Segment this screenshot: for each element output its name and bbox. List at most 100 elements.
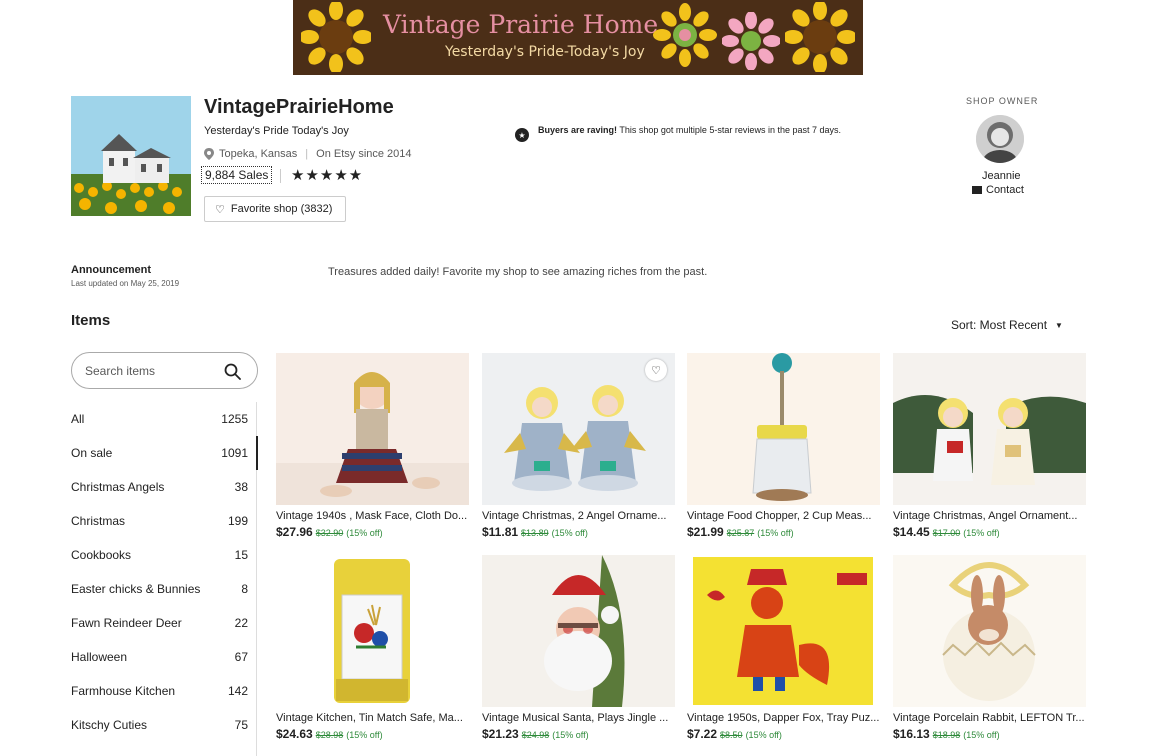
category-item[interactable]: Halloween 67 (71, 640, 258, 674)
banner-title: Vintage Prairie Home (383, 10, 659, 39)
category-label: On sale (71, 446, 113, 460)
category-label: Farmhouse Kitchen (71, 684, 176, 698)
listing-price-row: $11.81 $13.89 (15% off) (482, 525, 675, 539)
banner-tagline: Yesterday's Pride-Today's Joy (445, 44, 645, 60)
category-item[interactable]: Christmas Angels 38 (71, 470, 258, 504)
listing-image[interactable] (276, 353, 469, 505)
listing-card[interactable]: Vintage 1950s, Dapper Fox, Tray Puz... $… (687, 555, 880, 741)
listing-image[interactable] (276, 555, 469, 707)
sunflower-icon (785, 2, 855, 72)
listing-title[interactable]: Vintage Food Chopper, 2 Cup Meas... (687, 510, 880, 522)
listing-image[interactable] (687, 353, 880, 505)
category-item[interactable]: Fawn Reindeer Deer 22 (71, 606, 258, 640)
listing-title[interactable]: Vintage Kitchen, Tin Match Safe, Ma... (276, 712, 469, 724)
discount-label: (15% off) (346, 730, 383, 740)
category-count: 75 (234, 718, 248, 732)
favorite-heart-button[interactable]: ♡ (645, 359, 667, 381)
owner-avatar[interactable] (976, 115, 1024, 163)
listing-price: $7.22 (687, 727, 718, 741)
category-item[interactable]: Farmhouse Kitchen 142 (71, 674, 258, 708)
buyers-raving-notice: ★ Buyers are raving! This shop got multi… (515, 124, 865, 142)
category-count: 142 (227, 684, 248, 698)
category-item[interactable]: Kitschy Cuties 75 (71, 708, 258, 742)
shop-banner: Vintage Prairie Home Yesterday's Pride-T… (293, 0, 863, 75)
daisy-icon (653, 3, 717, 67)
original-price: $24.98 (521, 730, 550, 740)
category-count: 15 (234, 548, 248, 562)
location-pin-icon (204, 148, 214, 160)
category-item[interactable]: All 1255 (71, 402, 258, 436)
announcement-title: Announcement (71, 264, 152, 276)
sunflower-icon (301, 2, 371, 72)
discount-label: (15% off) (551, 528, 588, 538)
listing-title[interactable]: Vintage Christmas, 2 Angel Orname... (482, 510, 675, 522)
listing-card[interactable]: ♡ Vintage Christmas, 2 Angel Orname... $… (482, 353, 675, 539)
owner-name[interactable]: Jeannie (982, 170, 1021, 182)
search-box[interactable] (71, 352, 258, 389)
category-label: Kitschy Cuties (71, 718, 148, 732)
listing-card[interactable]: Vintage Musical Santa, Plays Jingle ... … (482, 555, 675, 741)
star-badge-icon: ★ (515, 128, 529, 142)
pink-daisy-icon (722, 12, 780, 70)
original-price: $32.90 (315, 528, 344, 538)
raving-text: Buyers are raving! This shop got multipl… (538, 124, 841, 142)
listing-image[interactable] (893, 353, 1086, 505)
sort-label: Sort: Most Recent (951, 318, 1048, 332)
listing-price: $14.45 (893, 525, 930, 539)
search-input[interactable] (85, 363, 215, 378)
shop-since: On Etsy since 2014 (316, 148, 412, 160)
listing-image[interactable] (687, 555, 880, 707)
discount-label: (15% off) (745, 730, 782, 740)
category-count: 67 (234, 650, 248, 664)
discount-label: (15% off) (346, 528, 383, 538)
mail-icon (972, 186, 982, 194)
category-count: 8 (241, 582, 248, 596)
listing-title[interactable]: Vintage Musical Santa, Plays Jingle ... (482, 712, 675, 724)
sort-dropdown[interactable]: Sort: Most Recent ▼ (951, 318, 1063, 332)
sales-count[interactable]: 9,884 Sales (201, 166, 273, 184)
listing-card[interactable]: Vintage Christmas, Angel Ornament... $14… (893, 353, 1086, 539)
category-count: 38 (234, 480, 248, 494)
listing-title[interactable]: Vintage 1940s , Mask Face, Cloth Do... (276, 510, 469, 522)
category-label: Christmas Angels (71, 480, 165, 494)
meta-separator: | (305, 148, 309, 160)
listing-price-row: $21.99 $25.87 (15% off) (687, 525, 880, 539)
discount-label: (15% off) (552, 730, 589, 740)
listing-title[interactable]: Vintage 1950s, Dapper Fox, Tray Puz... (687, 712, 880, 724)
category-item[interactable]: On sale 1091 (71, 436, 258, 470)
listing-card[interactable]: Vintage Food Chopper, 2 Cup Meas... $21.… (687, 353, 880, 539)
favorite-shop-button[interactable]: ♡ Favorite shop (3832) (204, 196, 346, 222)
shop-icon-image[interactable] (71, 96, 191, 216)
star-rating[interactable]: ★★★★★ (291, 166, 363, 184)
category-item[interactable]: Easter chicks & Bunnies 8 (71, 572, 258, 606)
listing-card[interactable]: Vintage Porcelain Rabbit, LEFTON Tr... $… (893, 555, 1086, 741)
discount-label: (15% off) (963, 528, 1000, 538)
contact-label: Contact (986, 184, 1024, 196)
discount-label: (15% off) (963, 730, 1000, 740)
listing-card[interactable]: Vintage Kitchen, Tin Match Safe, Ma... $… (276, 555, 469, 741)
favorite-shop-label: Favorite shop (3832) (230, 203, 333, 215)
category-count: 199 (227, 514, 248, 528)
listing-image[interactable]: ♡ (482, 353, 675, 505)
listing-card[interactable]: Vintage 1940s , Mask Face, Cloth Do... $… (276, 353, 469, 539)
shop-tagline: Yesterday's Pride Today's Joy (204, 125, 349, 137)
category-list: All 1255 On sale 1091 Christmas Angels 38 C… (71, 402, 258, 756)
items-heading: Items (71, 312, 111, 329)
search-icon[interactable] (224, 363, 241, 380)
listing-price-row: $24.63 $28.98 (15% off) (276, 727, 469, 741)
category-label: All (71, 412, 85, 426)
category-label: Cookbooks (71, 548, 132, 562)
category-item[interactable]: Cookbooks 15 (71, 538, 258, 572)
category-label: Halloween (71, 650, 128, 664)
category-count: 1091 (221, 446, 248, 460)
listing-image[interactable] (482, 555, 675, 707)
heart-icon: ♡ (215, 203, 225, 216)
contact-owner-link[interactable]: Contact (972, 184, 1024, 196)
category-item[interactable]: Christmas 199 (71, 504, 258, 538)
listing-image[interactable] (893, 555, 1086, 707)
listing-price-row: $16.13 $18.98 (15% off) (893, 727, 1086, 741)
listing-price-row: $7.22 $8.50 (15% off) (687, 727, 880, 741)
listing-title[interactable]: Vintage Porcelain Rabbit, LEFTON Tr... (893, 712, 1086, 724)
category-count: 1255 (221, 412, 248, 426)
listing-title[interactable]: Vintage Christmas, Angel Ornament... (893, 510, 1086, 522)
